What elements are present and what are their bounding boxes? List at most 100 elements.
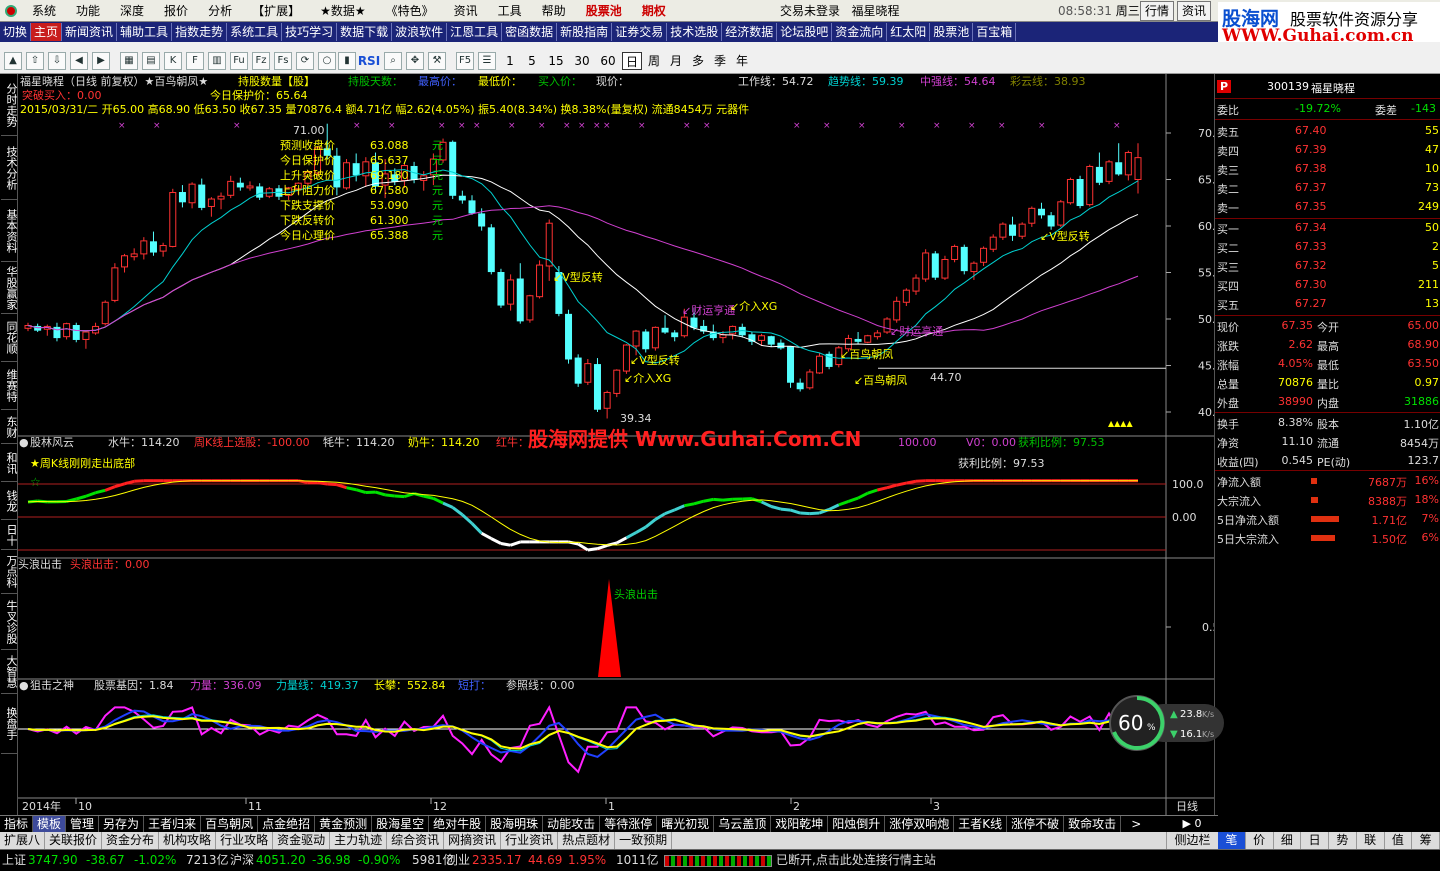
nav-item-11[interactable]: 新股指南 <box>557 23 613 41</box>
nav-item-5[interactable]: 系统工具 <box>227 23 283 41</box>
indicator-tab-5[interactable]: 百鸟朝凤 <box>201 816 259 832</box>
indicator-tab-13[interactable]: 曙光初现 <box>657 816 715 832</box>
info-tab-0[interactable]: 扩展八 <box>0 832 46 849</box>
menu-feature[interactable]: 《特色》 <box>376 0 444 22</box>
nav-item-3[interactable]: 辅助工具 <box>117 23 173 41</box>
sidebar-toggle[interactable]: 侧边栏 <box>1166 832 1218 849</box>
quote-button[interactable]: 行情 <box>1140 1 1175 21</box>
period-3[interactable]: 30 <box>570 52 594 70</box>
side-tab-1[interactable]: 技术分析 <box>1 136 18 200</box>
arrow-right-icon[interactable]: ▶ <box>92 52 110 70</box>
indicator-tab-20[interactable]: 致命攻击 <box>1064 816 1122 832</box>
f-icon[interactable]: F <box>186 52 204 70</box>
indicator-tab-15[interactable]: 戏阳乾坤 <box>771 816 829 832</box>
nav-item-14[interactable]: 经济数据 <box>722 23 778 41</box>
app-logo-icon[interactable] <box>0 1 22 21</box>
nav-item-19[interactable]: 百宝箱 <box>973 23 1017 41</box>
menu-function[interactable]: 功能 <box>66 0 110 22</box>
nav-item-4[interactable]: 指数走势 <box>172 23 228 41</box>
menu-tools[interactable]: 工具 <box>488 0 532 22</box>
search-icon[interactable]: ⌕ <box>384 52 402 70</box>
side-tab-6[interactable]: 东财 <box>1 410 18 444</box>
period-8[interactable]: 多 <box>688 52 708 70</box>
side-tab-11[interactable]: 牛叉诊股 <box>1 594 18 650</box>
table-icon[interactable]: ▥ <box>208 52 226 70</box>
indicator-tab-3[interactable]: 另存为 <box>99 816 145 832</box>
indicator-tab-11[interactable]: 动能攻击 <box>543 816 601 832</box>
circle-icon[interactable]: ○ <box>318 52 336 70</box>
chart-area[interactable]: 70.00 65.00 60.00 55.00 50.00 45.00 40.00 福星晓程（… <box>18 74 1214 815</box>
period-10[interactable]: 年 <box>732 52 752 70</box>
menu-extend[interactable]: 【扩展】 <box>242 0 310 22</box>
menu-info[interactable]: 资讯 <box>444 0 488 22</box>
info-tab-7[interactable]: 综合资讯 <box>387 832 445 849</box>
detail-tab-4[interactable]: 势 <box>1329 832 1357 849</box>
menu-system[interactable]: 系统 <box>22 0 66 22</box>
info-tab-1[interactable]: 关联报价 <box>45 832 103 849</box>
detail-tab-2[interactable]: 细 <box>1274 832 1302 849</box>
side-tab-4[interactable]: 同花顺 <box>1 314 18 362</box>
menu-help[interactable]: 帮助 <box>532 0 576 22</box>
info-tab-3[interactable]: 机构攻略 <box>159 832 217 849</box>
refresh-icon[interactable]: ⟳ <box>296 52 314 70</box>
tab-nav-buttons[interactable]: ▶ 0 <box>1166 815 1218 832</box>
arrow-down-icon[interactable]: ⇩ <box>48 52 66 70</box>
info-tab-9[interactable]: 行业资讯 <box>501 832 559 849</box>
info-tab-5[interactable]: 资金驱动 <box>273 832 331 849</box>
indicator-tab-2[interactable]: 管理 <box>66 816 100 832</box>
indicator-tab-0[interactable]: 指标 <box>0 816 34 832</box>
news-button[interactable]: 资讯 <box>1177 1 1212 21</box>
side-tab-13[interactable]: 换盘手 <box>1 694 18 754</box>
menu-data[interactable]: ★数据★ <box>310 0 376 22</box>
nav-item-7[interactable]: 数据下载 <box>337 23 393 41</box>
tab-scroll-right-icon[interactable]: > <box>1121 816 1151 832</box>
side-tab-10[interactable]: 万点科 <box>1 550 18 594</box>
nav-item-9[interactable]: 江恩工具 <box>447 23 503 41</box>
nav-item-17[interactable]: 红太阳 <box>887 23 931 41</box>
indicator-tab-8[interactable]: 股海星空 <box>372 816 430 832</box>
nav-item-15[interactable]: 论坛股吧 <box>777 23 833 41</box>
side-tab-0[interactable]: 分时走势 <box>1 74 18 136</box>
indicator-tab-7[interactable]: 黄金预测 <box>315 816 373 832</box>
arrow-up-icon[interactable]: ▲ <box>4 52 22 70</box>
menu-options[interactable]: 期权 <box>632 0 676 22</box>
side-tab-8[interactable]: 钱龙 <box>1 482 18 520</box>
nav-item-13[interactable]: 技术选股 <box>667 23 723 41</box>
side-tab-7[interactable]: 和讯 <box>1 444 18 482</box>
connection-status[interactable]: 已断开,点击此处连接行情主站 <box>776 850 936 870</box>
indicator-tab-17[interactable]: 涨停双响炮 <box>885 816 955 832</box>
rsi-button[interactable]: RSI <box>356 52 382 70</box>
fs2-icon[interactable]: F5 <box>456 52 474 70</box>
indicator-tab-9[interactable]: 绝对牛股 <box>429 816 487 832</box>
menu-stock-pool[interactable]: 股票池 <box>576 0 632 22</box>
side-tab-12[interactable]: 大智慧 <box>1 650 18 694</box>
info-tab-10[interactable]: 热点题材 <box>558 832 616 849</box>
list-icon[interactable]: ☰ <box>478 52 496 70</box>
grid-icon[interactable]: ▦ <box>120 52 138 70</box>
detail-tab-7[interactable]: 筹 <box>1412 832 1440 849</box>
f10-icon[interactable]: Fu <box>230 52 248 70</box>
indicator-tab-18[interactable]: 王者K线 <box>954 816 1008 832</box>
indicator-tab-6[interactable]: 点金绝招 <box>258 816 316 832</box>
indicator-tab-4[interactable]: 王者归来 <box>144 816 202 832</box>
period-9[interactable]: 季 <box>710 52 730 70</box>
info-tab-4[interactable]: 行业攻略 <box>216 832 274 849</box>
nav-item-1[interactable]: 主页 <box>31 23 63 41</box>
side-tab-3[interactable]: 华股赢家 <box>1 262 18 314</box>
info-tab-8[interactable]: 网摘资讯 <box>444 832 502 849</box>
detail-tab-1[interactable]: 价 <box>1246 832 1274 849</box>
indicator-tab-12[interactable]: 等待涨停 <box>600 816 658 832</box>
period-0[interactable]: 1 <box>500 52 520 70</box>
period-2[interactable]: 15 <box>544 52 568 70</box>
nav-item-10[interactable]: 密函数据 <box>502 23 558 41</box>
nav-item-8[interactable]: 波浪软件 <box>392 23 448 41</box>
fs-icon[interactable]: Fs <box>274 52 292 70</box>
nav-item-12[interactable]: 证券交易 <box>612 23 668 41</box>
period-5[interactable]: 日 <box>622 52 642 70</box>
nav-item-2[interactable]: 新闻资讯 <box>62 23 118 41</box>
indicator-tab-19[interactable]: 涨停不破 <box>1007 816 1065 832</box>
menu-analysis[interactable]: 分析 <box>198 0 242 22</box>
tools-icon[interactable]: ⚒ <box>428 52 446 70</box>
detail-tab-5[interactable]: 联 <box>1357 832 1385 849</box>
side-tab-5[interactable]: 维赛特 <box>1 362 18 410</box>
